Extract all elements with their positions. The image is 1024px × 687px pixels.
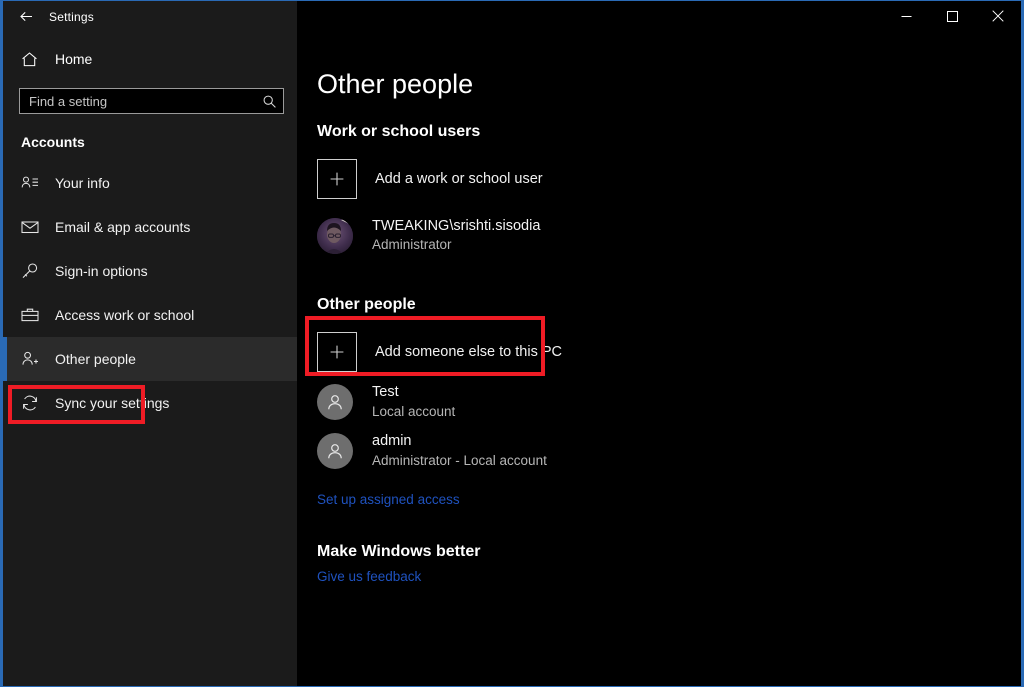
add-work-school-user-label: Add a work or school user: [375, 170, 543, 187]
window-controls: [297, 1, 1021, 32]
back-button[interactable]: [3, 1, 49, 32]
local-user-text: admin Administrator - Local account: [372, 432, 547, 470]
local-user-name: admin: [372, 433, 412, 450]
sidebar-item-sync-your-settings[interactable]: Sync your settings: [3, 381, 297, 425]
add-someone-else-label: Add someone else to this PC: [375, 344, 562, 361]
sidebar-item-label: Sign-in options: [55, 263, 148, 279]
close-icon: [992, 10, 1004, 22]
sidebar-item-sign-in-options[interactable]: Sign-in options: [3, 249, 297, 293]
maximize-button[interactable]: [929, 1, 975, 31]
title-bar: Settings: [3, 1, 1021, 32]
sidebar: Home Accounts: [3, 32, 297, 686]
app-title: Settings: [49, 9, 94, 24]
maximize-icon: [946, 10, 958, 22]
sidebar-item-label: Email & app accounts: [55, 219, 191, 235]
settings-window: Settings Home Find a setting Accounts Yo…: [0, 0, 1024, 687]
sidebar-section-title: Accounts: [21, 134, 85, 150]
back-arrow-icon: [19, 9, 34, 24]
work-user-text: TWEAKING\srishti.sisodia Administrator: [372, 217, 540, 255]
window-body: Home Accounts: [3, 32, 1021, 686]
minimize-button[interactable]: [883, 1, 929, 31]
sync-icon: [21, 394, 47, 412]
sidebar-item-label: Your info: [55, 175, 110, 191]
local-user-text: Test Local account: [372, 383, 455, 421]
make-windows-better-heading: Make Windows better: [317, 543, 481, 561]
user-photo-avatar: [317, 217, 353, 254]
key-icon: [21, 262, 47, 280]
user-plus-icon: [21, 350, 47, 368]
plus-box-icon: [317, 158, 357, 199]
sidebar-item-label: Sync your settings: [55, 395, 170, 411]
give-us-feedback-link[interactable]: Give us feedback: [317, 569, 421, 584]
sidebar-nav-list: Your info Email & app accounts Sign-in o…: [3, 161, 297, 425]
generic-person-icon: [317, 384, 353, 421]
sidebar-item-your-info[interactable]: Your info: [3, 161, 297, 205]
local-user-name: Test: [372, 384, 399, 401]
minimize-icon: [901, 11, 912, 22]
sidebar-item-label: Other people: [55, 351, 136, 367]
sidebar-item-access-work-or-school[interactable]: Access work or school: [3, 293, 297, 337]
search-box[interactable]: [19, 88, 284, 114]
home-icon: [21, 51, 47, 68]
work-school-heading: Work or school users: [317, 122, 481, 140]
briefcase-icon: [21, 306, 47, 324]
work-user-name: TWEAKING\srishti.sisodia: [372, 217, 541, 234]
search-icon[interactable]: [255, 94, 283, 109]
work-user-subtitle: Administrator: [372, 237, 452, 253]
add-work-school-user-row[interactable]: Add a work or school user: [317, 158, 1021, 199]
main-content: Other people Work or school users Add a …: [297, 32, 1021, 686]
sidebar-item-other-people[interactable]: Other people: [3, 337, 297, 381]
local-user-row[interactable]: admin Administrator - Local account: [317, 432, 1021, 470]
add-someone-else-row[interactable]: Add someone else to this PC: [317, 332, 1021, 373]
work-user-row[interactable]: TWEAKING\srishti.sisodia Administrator: [317, 217, 1021, 255]
search-input[interactable]: [20, 89, 255, 113]
sidebar-item-email-app-accounts[interactable]: Email & app accounts: [3, 205, 297, 249]
user-info-icon: [21, 174, 47, 192]
sidebar-item-label: Access work or school: [55, 307, 195, 323]
sidebar-home-label: Home: [55, 51, 93, 67]
close-button[interactable]: [975, 1, 1021, 31]
page-title: Other people: [317, 69, 474, 99]
envelope-icon: [21, 218, 47, 236]
other-people-heading: Other people: [317, 296, 416, 314]
generic-person-icon: [317, 433, 353, 470]
title-bar-left: Settings: [3, 1, 297, 32]
sidebar-item-home[interactable]: Home: [3, 41, 297, 77]
local-user-row[interactable]: Test Local account: [317, 383, 1021, 421]
plus-box-icon: [317, 332, 357, 373]
set-up-assigned-access-link[interactable]: Set up assigned access: [317, 492, 460, 507]
local-user-subtitle: Local account: [372, 404, 456, 420]
local-user-subtitle: Administrator - Local account: [372, 452, 547, 468]
